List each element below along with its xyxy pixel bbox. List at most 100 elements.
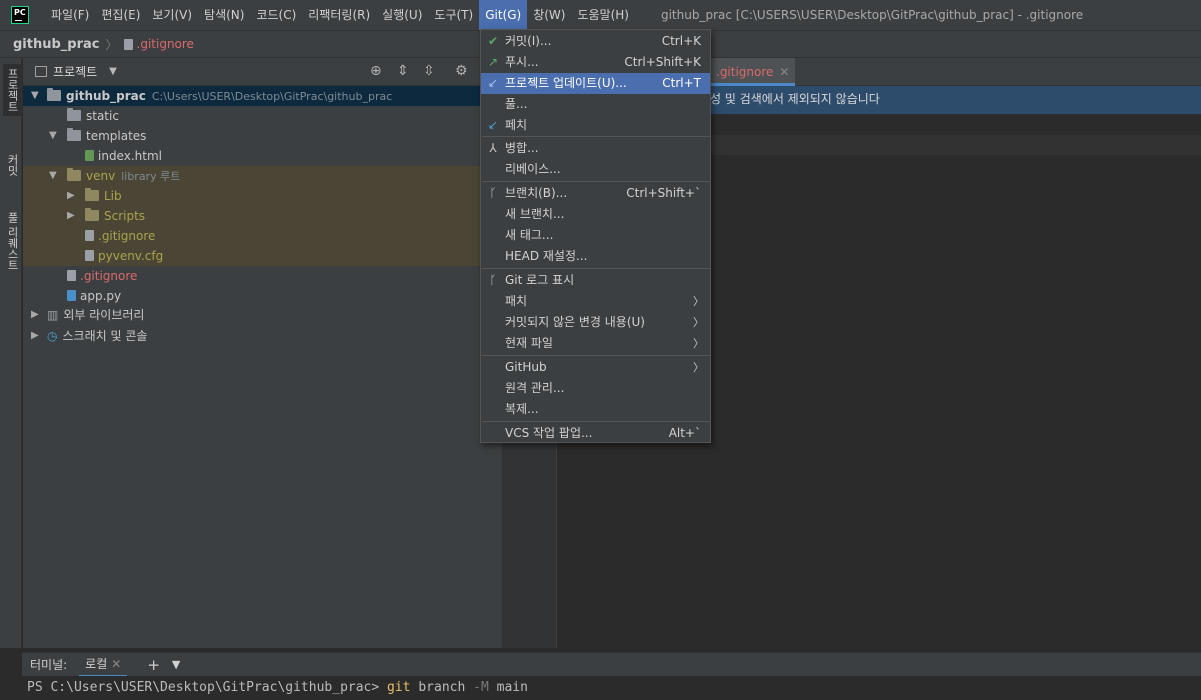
- git-menu-manage-remotes[interactable]: 원격 관리...: [481, 378, 710, 399]
- folder-icon: [85, 188, 99, 201]
- menu-code[interactable]: 코드(C): [250, 2, 302, 28]
- tree-label: index.html: [98, 149, 162, 163]
- tree-row-app-py[interactable]: app.py: [23, 286, 502, 306]
- menu-item-label: 커밋되지 않은 변경 내용(U): [505, 315, 645, 329]
- terminal-cmd-arg: main: [496, 680, 528, 695]
- collapse-all-icon[interactable]: ⇳: [423, 63, 435, 79]
- terminal-tab-local[interactable]: 로컬 ✕: [79, 653, 128, 677]
- python-file-icon: [67, 290, 76, 301]
- expand-all-icon[interactable]: ⇕: [397, 63, 409, 79]
- git-menu-branches[interactable]: ᚴ 브랜치(B)... Ctrl+Shift+`: [481, 183, 710, 204]
- tree-row-scripts[interactable]: ▶ Scripts: [23, 206, 502, 226]
- menu-item-label: 푸시...: [505, 55, 539, 69]
- menu-edit[interactable]: 편집(E): [95, 2, 146, 28]
- menu-git[interactable]: Git(G): [479, 0, 528, 30]
- terminal-toolbar: 터미널: 로컬 ✕ + ▼: [22, 652, 1201, 677]
- tool-tab-pull-requests[interactable]: 풀 리퀘스트: [3, 208, 21, 275]
- git-menu-new-branch[interactable]: 새 브랜치...: [481, 204, 710, 225]
- git-menu-pull[interactable]: 풀...: [481, 94, 710, 115]
- git-menu-vcs-popup[interactable]: VCS 작업 팝업... Alt+`: [481, 423, 710, 444]
- terminal-prompt: PS C:\Users\USER\Desktop\GitPrac\github_…: [27, 680, 380, 695]
- terminal-output[interactable]: PS C:\Users\USER\Desktop\GitPrac\github_…: [22, 676, 1201, 700]
- tab-gitignore[interactable]: .gitignore ✕: [710, 58, 796, 86]
- chevron-right-icon[interactable]: ▶: [67, 186, 75, 206]
- tree-row-static[interactable]: static: [23, 106, 502, 126]
- locate-file-icon[interactable]: ⊕: [370, 63, 382, 79]
- branch-icon: ᚴ: [489, 273, 497, 287]
- git-menu-new-tag[interactable]: 새 태그...: [481, 225, 710, 246]
- terminal-cmd-flag: -M: [473, 680, 489, 695]
- git-menu-update-project[interactable]: ↙ 프로젝트 업데이트(U)... Ctrl+T: [481, 73, 710, 94]
- chevron-down-icon[interactable]: ▼: [31, 86, 39, 106]
- menu-separator: [482, 136, 711, 137]
- git-menu-rebase[interactable]: 리베이스...: [481, 159, 710, 180]
- gear-icon[interactable]: ⚙: [455, 63, 468, 79]
- chevron-down-icon[interactable]: ▼: [49, 126, 57, 146]
- tree-row-project-root[interactable]: ▼ github_prac C:\Users\USER\Desktop\GitPr…: [23, 86, 502, 106]
- tree-row-lib[interactable]: ▶ Lib: [23, 186, 502, 206]
- git-menu-fetch[interactable]: ↙ 페치: [481, 115, 710, 136]
- menu-item-label: 커밋(I)...: [505, 34, 552, 48]
- menu-run[interactable]: 실행(U): [376, 2, 428, 28]
- close-icon[interactable]: ✕: [111, 657, 121, 671]
- tree-label: venv: [86, 169, 116, 183]
- breadcrumb-project[interactable]: github_prac: [13, 37, 100, 52]
- chevron-down-icon[interactable]: ▼: [49, 166, 57, 186]
- menu-window[interactable]: 창(W): [527, 2, 571, 28]
- git-menu-clone[interactable]: 복제...: [481, 399, 710, 420]
- tree-row-external-libraries[interactable]: ▶ ▥ 외부 라이브러리: [23, 305, 502, 325]
- close-icon[interactable]: ✕: [779, 65, 789, 79]
- tree-row-scratches[interactable]: ▶ ◷ 스크래치 및 콘솔: [23, 326, 502, 346]
- menu-refactor[interactable]: 리팩터링(R): [302, 2, 376, 28]
- plus-icon[interactable]: +: [147, 656, 160, 674]
- menu-help[interactable]: 도움말(H): [571, 2, 635, 28]
- menu-file[interactable]: 파일(F): [45, 2, 95, 28]
- html-file-icon: [85, 150, 94, 161]
- chevron-right-icon: 〉: [693, 316, 704, 329]
- git-menu-current-file[interactable]: 현재 파일 〉: [481, 333, 710, 354]
- menu-bar: PC 파일(F) 편집(E) 보기(V) 탐색(N) 코드(C) 리팩터링(R)…: [0, 0, 1201, 30]
- tree-row-venv-gitignore[interactable]: .gitignore: [23, 226, 502, 246]
- git-menu-patch[interactable]: 패치 〉: [481, 291, 710, 312]
- tool-tab-project[interactable]: 프로젝트: [3, 64, 21, 116]
- tree-label: github_prac: [66, 89, 146, 103]
- menu-item-label: GitHub: [505, 360, 547, 374]
- project-panel: 프로젝트 ▼ ⊕ ⇕ ⇳ ⚙ ▼ github_prac C:\Users\USE…: [23, 58, 502, 648]
- menu-item-label: 병합...: [505, 141, 539, 155]
- menu-tools[interactable]: 도구(T): [428, 2, 479, 28]
- tree-row-venv[interactable]: ▼ venv library 루트: [23, 166, 502, 186]
- menu-view[interactable]: 보기(V): [146, 2, 198, 28]
- tree-row-gitignore[interactable]: .gitignore: [23, 266, 502, 286]
- merge-icon: ⅄: [489, 141, 497, 155]
- git-menu-github[interactable]: GitHub 〉: [481, 357, 710, 378]
- tree-row-index-html[interactable]: index.html: [23, 146, 502, 166]
- git-menu-commit[interactable]: ✔ 커밋(I)... Ctrl+K: [481, 31, 710, 52]
- menu-navigate[interactable]: 탐색(N): [198, 2, 250, 28]
- git-menu-push[interactable]: ↗ 푸시... Ctrl+Shift+K: [481, 52, 710, 73]
- terminal-cmd-branch: branch: [418, 680, 466, 695]
- tool-tab-commit-label: 커밋: [6, 154, 19, 176]
- info-banner-text: 성 및 검색에서 제외되지 않습니다: [710, 92, 880, 106]
- chevron-right-icon[interactable]: ▶: [31, 326, 39, 346]
- menu-item-shortcut: Ctrl+K: [661, 34, 701, 48]
- git-menu-merge[interactable]: ⅄ 병합...: [481, 138, 710, 159]
- breadcrumb-file[interactable]: .gitignore: [137, 37, 194, 51]
- folder-icon: [67, 168, 81, 181]
- git-menu-uncommitted-changes[interactable]: 커밋되지 않은 변경 내용(U) 〉: [481, 312, 710, 333]
- menu-separator: [482, 355, 711, 356]
- project-panel-title[interactable]: 프로젝트: [53, 63, 97, 80]
- chevron-down-icon[interactable]: ▼: [109, 66, 117, 77]
- tree-row-pyvenv-cfg[interactable]: pyvenv.cfg: [23, 246, 502, 266]
- tree-label: Scripts: [104, 209, 146, 223]
- tool-tab-commit[interactable]: 커밋: [3, 150, 21, 180]
- tree-label: static: [86, 109, 119, 123]
- chevron-down-icon[interactable]: ▼: [172, 658, 180, 671]
- file-icon: [85, 230, 94, 241]
- chevron-right-icon[interactable]: ▶: [31, 305, 39, 325]
- tree-row-templates[interactable]: ▼ templates: [23, 126, 502, 146]
- chevron-right-icon[interactable]: ▶: [67, 206, 75, 226]
- git-menu-reset-head[interactable]: HEAD 재설정...: [481, 246, 710, 267]
- file-icon: [67, 270, 76, 281]
- menu-item-label: Git 로그 표시: [505, 273, 575, 287]
- git-menu-show-log[interactable]: ᚴ Git 로그 표시: [481, 270, 710, 291]
